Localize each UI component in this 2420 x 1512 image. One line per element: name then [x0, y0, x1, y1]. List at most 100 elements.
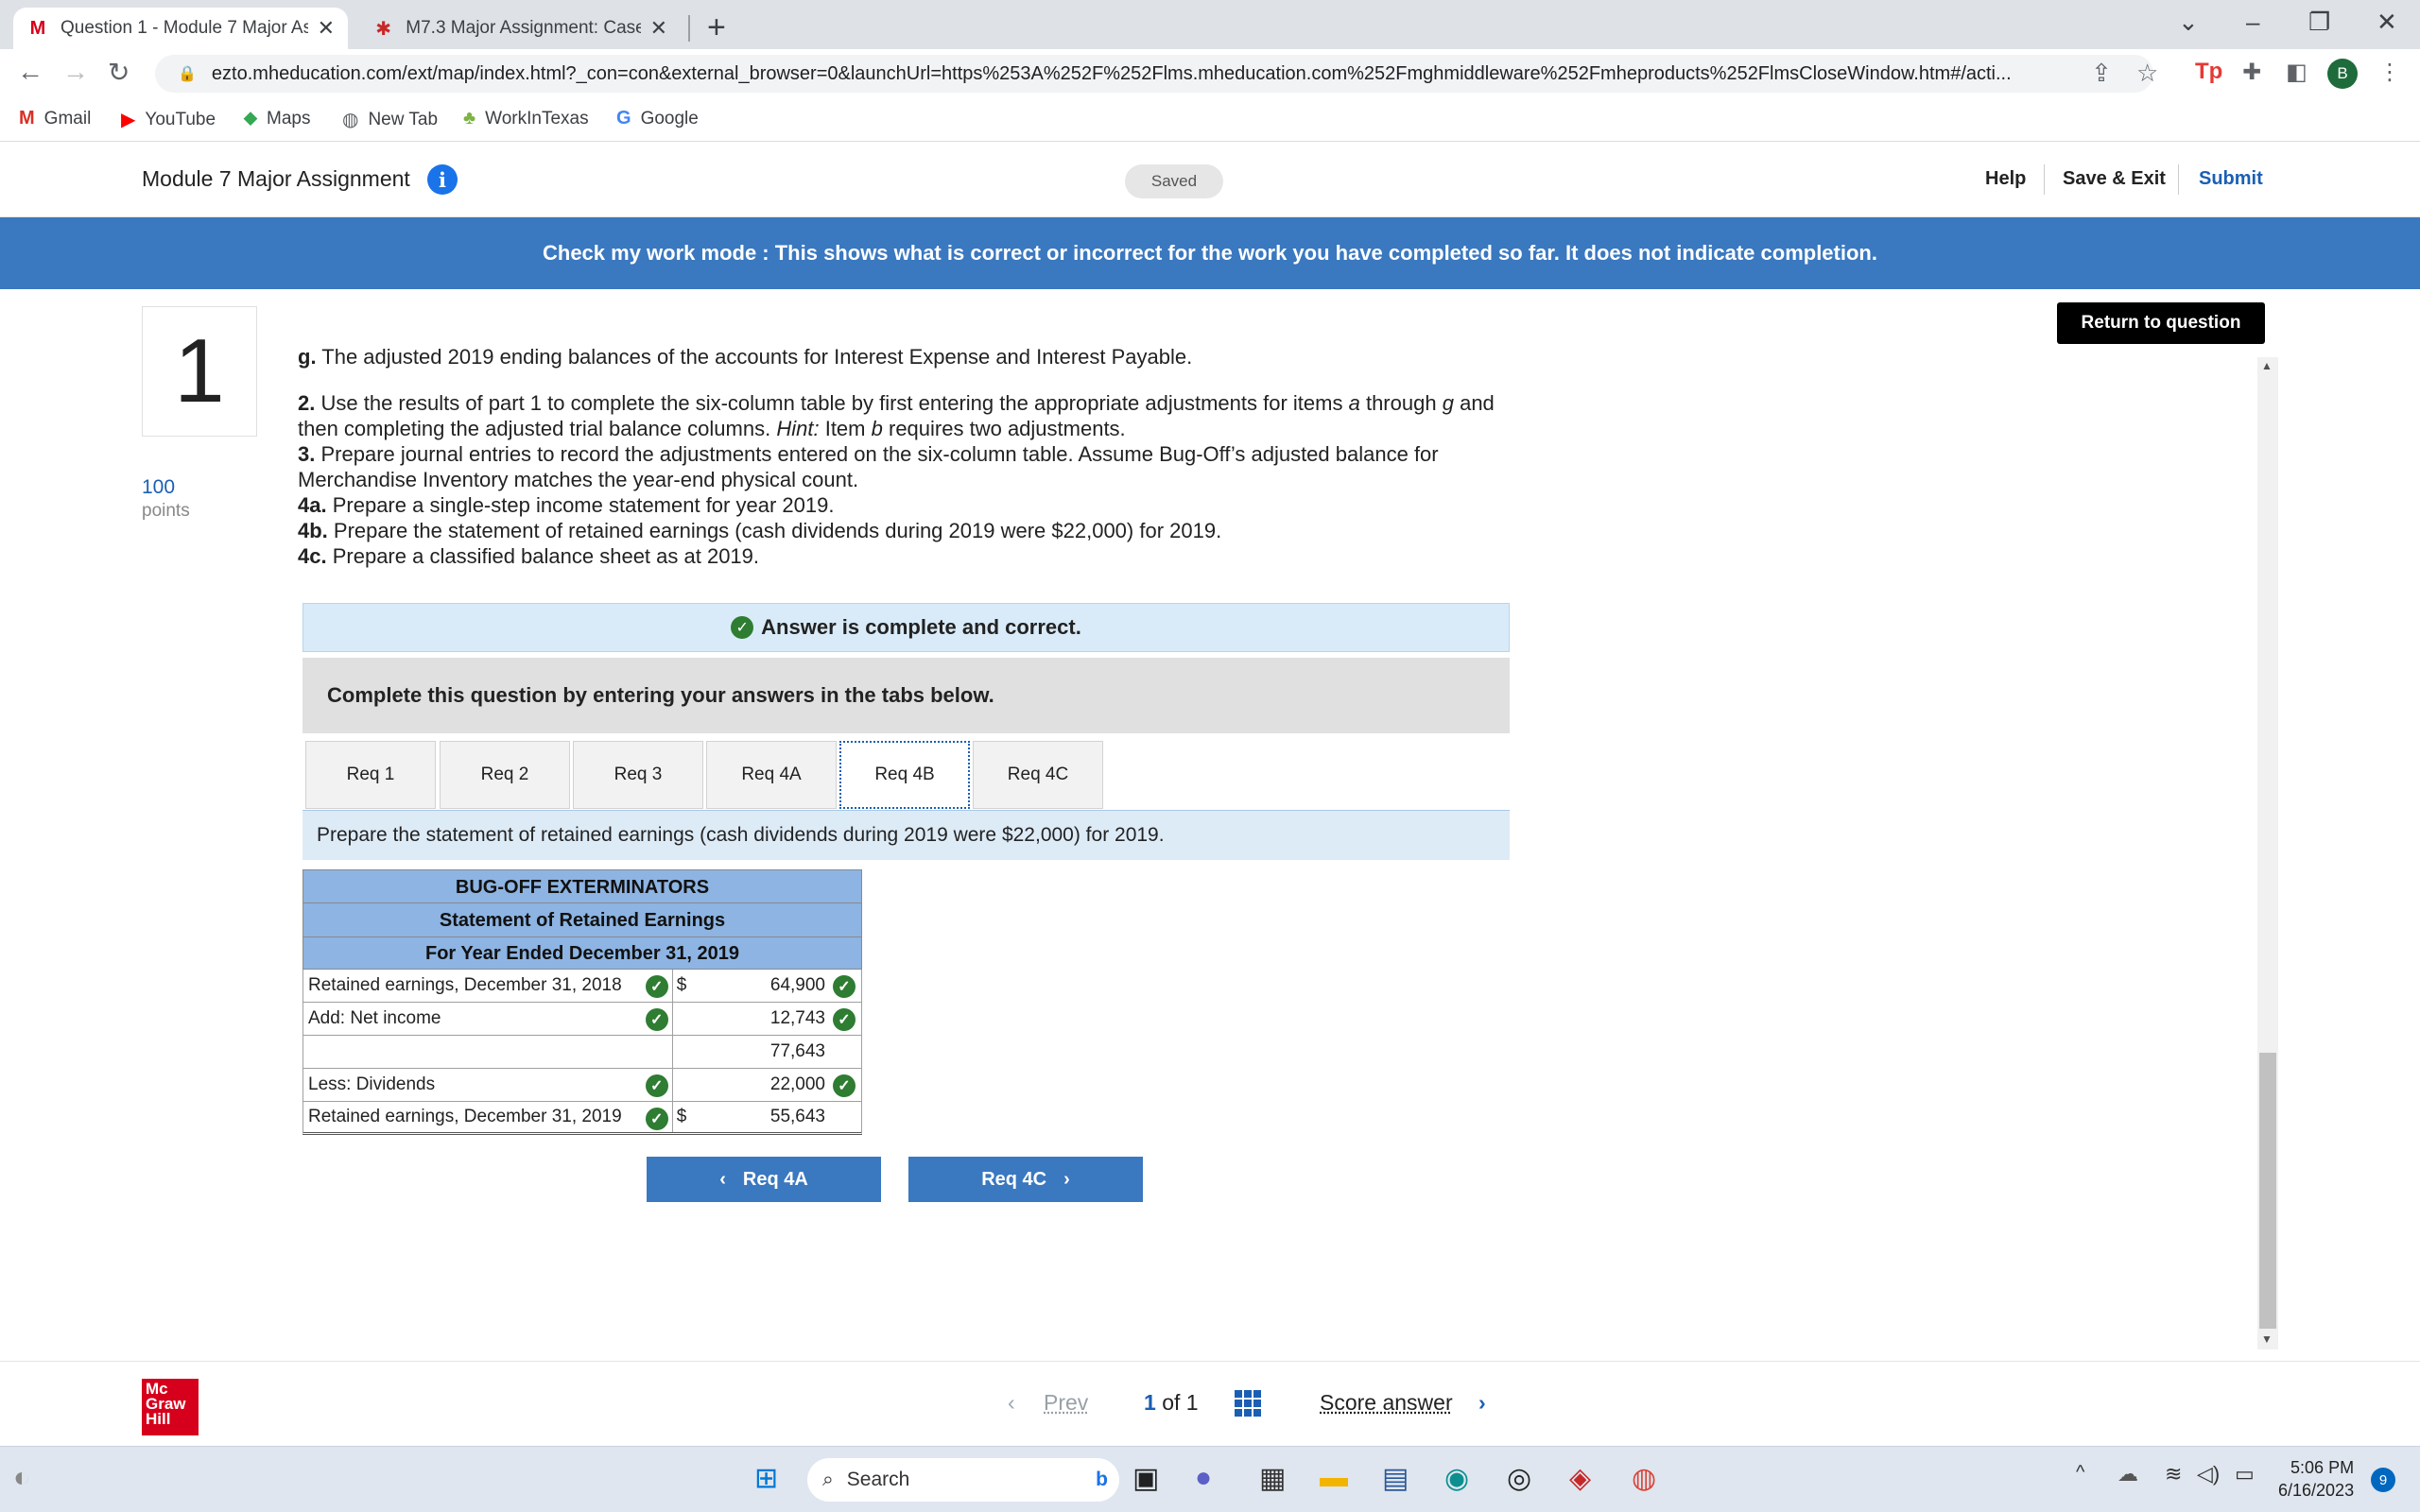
statement-row: 77,643	[302, 1036, 862, 1069]
grid-view-icon[interactable]	[1235, 1390, 1261, 1417]
minimize-icon[interactable]: –	[2246, 8, 2259, 37]
row-amount-cell: 12,743 ✓	[673, 1003, 861, 1035]
submit-link[interactable]: Submit	[2199, 168, 2263, 190]
tab-title: M7.3 Major Assignment: Case An	[406, 18, 641, 38]
question-footer: Mc Graw Hill ‹ Prev 1 of 1 Score answer …	[0, 1361, 2420, 1446]
tab-search-chevron-icon[interactable]: ⌄	[2178, 8, 2199, 37]
more-menu-icon[interactable]: ⋮	[2378, 59, 2401, 86]
volume-icon[interactable]: ◁)	[2197, 1462, 2220, 1486]
edge-icon[interactable]: ◉	[1444, 1462, 1469, 1495]
address-toolbar: ← → ↻ 🔒 ezto.mheducation.com/ext/map/ind…	[0, 49, 2420, 96]
bookmark-gmail[interactable]: M Gmail	[19, 108, 91, 129]
instruction-g: g. The adjusted 2019 ending balances of …	[298, 345, 1193, 369]
bookmark-google[interactable]: G Google	[616, 108, 699, 129]
onedrive-icon[interactable]: ☁	[2118, 1462, 2138, 1486]
minecraft-icon[interactable]: ▦	[1259, 1462, 1286, 1495]
statement-company: BUG-OFF EXTERMINATORS	[302, 869, 862, 903]
clock[interactable]: 5:06 PM 6/16/2023	[2278, 1456, 2354, 1502]
tab-req-4c[interactable]: Req 4C	[973, 741, 1103, 809]
restore-icon[interactable]: ❐	[2308, 8, 2330, 37]
extensions-puzzle-icon[interactable]: ✚	[2242, 59, 2261, 86]
amount-field[interactable]: 12,743	[770, 1008, 825, 1029]
chevron-left-icon: ‹	[719, 1168, 726, 1190]
search-icon: ⌕	[822, 1469, 834, 1490]
instruction-3: 3. Prepare journal entries to record the…	[298, 442, 1439, 466]
mcafee-icon[interactable]: ◈	[1569, 1462, 1591, 1495]
chat-icon[interactable]: ●	[1195, 1462, 1212, 1494]
amount-field[interactable]: 64,900	[770, 975, 825, 996]
close-window-icon[interactable]: ✕	[2377, 8, 2397, 37]
instruction-4c: 4c. Prepare a classified balance sheet a…	[298, 544, 760, 568]
extension-tp-icon[interactable]: Tp	[2195, 59, 2222, 85]
share-icon[interactable]: ⇪	[2091, 59, 2112, 88]
browser-tab-question[interactable]: M Question 1 - Module 7 Major As ✕	[13, 8, 348, 49]
url-text: ezto.mheducation.com/ext/map/index.html?…	[211, 62, 2012, 84]
scroll-down-icon[interactable]: ▼	[2261, 1332, 2273, 1346]
header-divider	[2044, 164, 2045, 195]
tab-req-2[interactable]: Req 2	[440, 741, 570, 809]
help-link[interactable]: Help	[1985, 168, 2026, 190]
bookmark-workintexas[interactable]: ♣ WorkInTexas	[463, 108, 589, 129]
statement-period: For Year Ended December 31, 2019	[302, 937, 862, 970]
bookmark-youtube[interactable]: ▶ YouTube	[121, 108, 216, 131]
dollar-sign: $	[676, 975, 687, 995]
check-circle-icon: ✓	[833, 1074, 856, 1097]
bookmark-new-tab[interactable]: ◍ New Tab	[342, 108, 438, 131]
amount-field[interactable]: 55,643	[770, 1107, 825, 1127]
points-label: points	[142, 501, 190, 521]
tab-req-3[interactable]: Req 3	[573, 741, 703, 809]
task-view-icon[interactable]: ▣	[1132, 1462, 1159, 1495]
taskbar-search-label: Search	[846, 1469, 910, 1490]
chevron-right-icon[interactable]: ›	[1478, 1390, 1486, 1416]
info-icon[interactable]: i	[427, 164, 458, 195]
wifi-icon[interactable]: ≋	[2165, 1462, 2182, 1486]
dollar-sign: $	[676, 1107, 687, 1126]
browser-tab-bar: M Question 1 - Module 7 Major As ✕ ✱ M7.…	[0, 0, 2420, 49]
score-answer-link[interactable]: Score answer	[1320, 1390, 1453, 1416]
scrollbar-thumb[interactable]	[2259, 1053, 2276, 1329]
bookmark-label: Maps	[267, 108, 311, 129]
file-explorer-icon[interactable]: ▬	[1320, 1462, 1348, 1494]
dell-icon[interactable]: ◎	[1507, 1462, 1531, 1495]
scroll-up-icon[interactable]: ▲	[2261, 359, 2273, 372]
new-tab-icon[interactable]: +	[707, 9, 726, 46]
forward-icon[interactable]: →	[62, 57, 89, 87]
prev-link[interactable]: Prev	[1044, 1390, 1088, 1416]
store-icon[interactable]: ▤	[1382, 1462, 1409, 1495]
battery-icon[interactable]: ▭	[2235, 1462, 2255, 1486]
prev-req-button[interactable]: ‹ Req 4A	[647, 1157, 881, 1202]
tab-req-1[interactable]: Req 1	[305, 741, 436, 809]
tab-divider	[688, 15, 690, 42]
profile-avatar[interactable]: B	[2327, 59, 2358, 89]
banner-text: Check my work mode : This shows what is …	[543, 241, 1877, 265]
check-circle-icon: ✓	[731, 616, 754, 639]
close-tab-icon[interactable]: ✕	[650, 16, 667, 41]
bookmark-maps[interactable]: ⬥ Maps	[244, 108, 310, 129]
next-req-button[interactable]: Req 4C ›	[908, 1157, 1143, 1202]
windows-start-icon[interactable]: ⊞	[754, 1462, 778, 1495]
taskbar-search[interactable]: ⌕ Search b	[807, 1458, 1119, 1502]
question-number: 1	[142, 306, 257, 437]
module-title: Module 7 Major Assignment	[142, 166, 410, 191]
tab-req-4b[interactable]: Req 4B	[839, 741, 970, 809]
amount-field: 77,643	[769, 1041, 825, 1061]
check-my-work-banner: Check my work mode : This shows what is …	[0, 217, 2420, 289]
back-icon[interactable]: ←	[17, 57, 43, 87]
return-to-question-button[interactable]: Return to question	[2057, 302, 2265, 344]
instruction-2: 2. Use the results of part 1 to complete…	[298, 391, 1495, 415]
weather-icon[interactable]: ◐	[13, 1462, 30, 1494]
tab-prompt-text: Prepare the statement of retained earnin…	[317, 824, 1165, 846]
close-tab-icon[interactable]: ✕	[318, 16, 335, 41]
bookmark-star-icon[interactable]: ☆	[2136, 59, 2158, 88]
url-bar[interactable]: 🔒 ezto.mheducation.com/ext/map/index.htm…	[155, 55, 2153, 93]
notification-badge[interactable]: 9	[2371, 1468, 2395, 1492]
chevron-left-icon: ‹	[1008, 1390, 1015, 1415]
tab-req-4a[interactable]: Req 4A	[706, 741, 837, 809]
reload-icon[interactable]: ↻	[108, 57, 130, 88]
save-exit-link[interactable]: Save & Exit	[2063, 168, 2166, 190]
amount-field[interactable]: 22,000	[770, 1074, 825, 1095]
side-panel-icon[interactable]: ◧	[2286, 59, 2308, 86]
chrome-icon[interactable]: ◍	[1632, 1462, 1656, 1495]
tray-chevron-icon[interactable]: ^	[2076, 1462, 2084, 1484]
browser-tab-case[interactable]: ✱ M7.3 Major Assignment: Case An ✕	[359, 8, 681, 49]
